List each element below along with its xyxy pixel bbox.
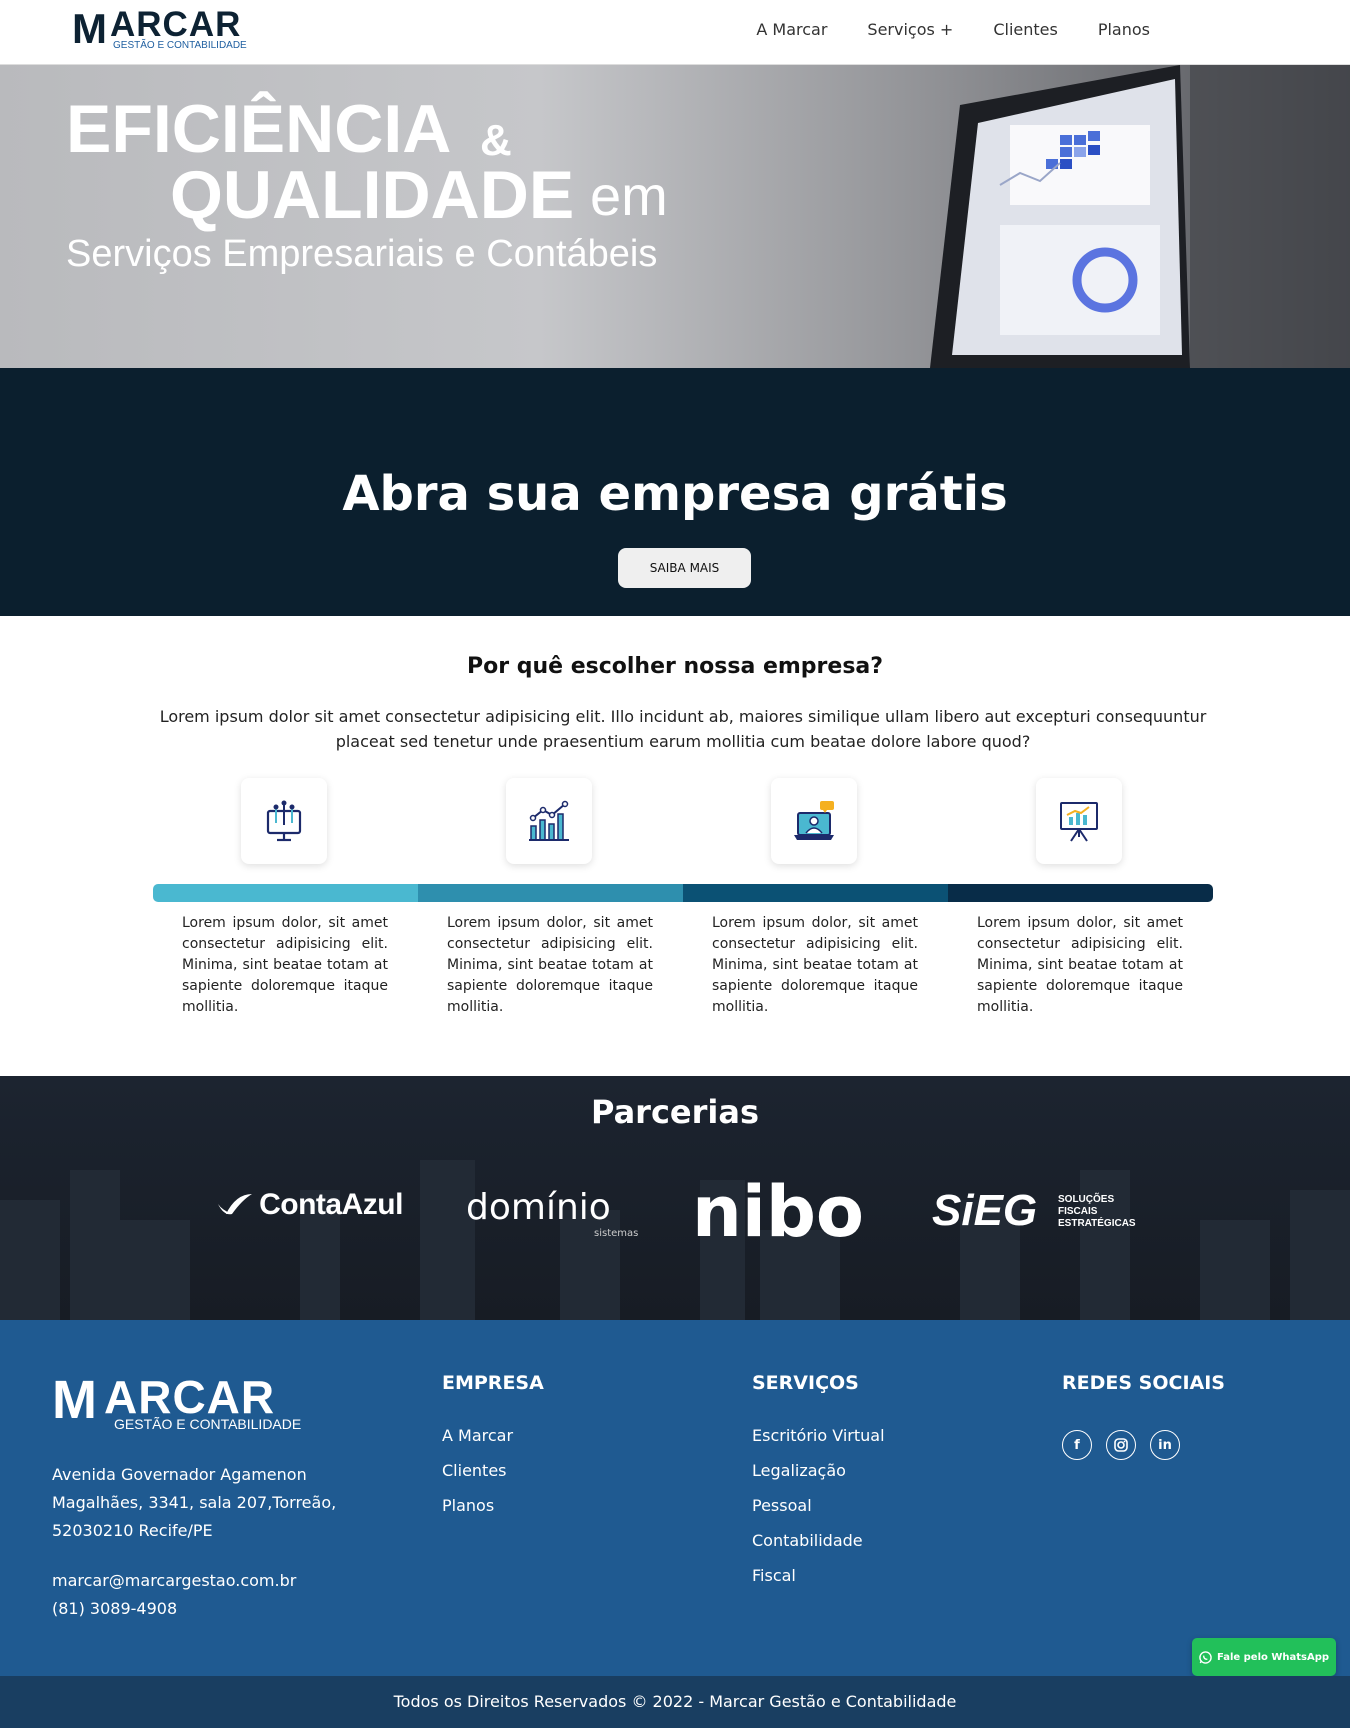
footer-empresa-title: EMPRESA (442, 1372, 544, 1394)
feature-bar-3 (683, 884, 948, 902)
saiba-mais-button[interactable]: SAIBA MAIS (618, 548, 751, 588)
footer: M ARCAR GESTÃO E CONTABILIDADE Avenida G… (0, 1320, 1350, 1676)
bar-chart-icon (506, 778, 592, 864)
feature-bar-1 (153, 884, 418, 902)
footer-link-fiscal[interactable]: Fiscal (752, 1566, 796, 1585)
logo-initial: M (72, 5, 108, 52)
footer-email[interactable]: marcar@marcargestao.com.br (52, 1567, 296, 1595)
footer-contact: marcar@marcargestao.com.br (81) 3089-490… (52, 1567, 296, 1623)
footer-link-contabilidade[interactable]: Contabilidade (752, 1531, 863, 1550)
presentation-board-icon (1036, 778, 1122, 864)
sieg-subtext-2: FISCAIS (1058, 1206, 1098, 1217)
dominio-logo[interactable]: domínio sistemas (466, 1186, 646, 1246)
marcar-logo[interactable]: M ARCAR GESTÃO E CONTABILIDADE (72, 6, 252, 52)
whatsapp-button[interactable]: Fale pelo WhatsApp (1192, 1638, 1336, 1676)
footer-link-clientes[interactable]: Clientes (442, 1461, 507, 1480)
footer-servicos-list: Escritório Virtual Legalização Pessoal C… (752, 1418, 885, 1593)
footer-logo-initial: M (52, 1370, 97, 1430)
cta-section: Abra sua empresa grátis SAIBA MAIS (0, 368, 1350, 616)
logo-word: ARCAR (110, 5, 242, 44)
footer-logo-word: ARCAR (104, 1371, 276, 1423)
monitor-network-icon (241, 778, 327, 864)
contaazul-leaf-icon (218, 1194, 252, 1215)
nav-link-planos[interactable]: Planos (1098, 20, 1150, 39)
nav-link-servicos[interactable]: Serviços + (867, 20, 953, 39)
hero-em: em (590, 164, 668, 227)
sieg-logo[interactable]: SiEG SOLUÇÕES FISCAIS ESTRATÉGICAS (932, 1186, 1136, 1246)
footer-marcar-logo[interactable]: M ARCAR GESTÃO E CONTABILIDADE (52, 1370, 312, 1440)
top-navbar: M ARCAR GESTÃO E CONTABILIDADE A Marcar … (0, 0, 1350, 65)
city-skyline-background (0, 1160, 1350, 1320)
whatsapp-label: Fale pelo WhatsApp (1216, 1651, 1330, 1663)
footer-empresa-list: A Marcar Clientes Planos (442, 1418, 513, 1523)
sieg-subtext-3: ESTRATÉGICAS (1058, 1218, 1136, 1229)
instagram-icon[interactable] (1106, 1430, 1136, 1460)
footer-redes-title: REDES SOCIAIS (1062, 1372, 1225, 1394)
dominio-subtext: sistemas (594, 1228, 639, 1239)
footer-phone[interactable]: (81) 3089-4908 (52, 1595, 296, 1623)
hero-headline-qualidade: QUALIDADE (170, 157, 575, 233)
feature-bar-4 (948, 884, 1213, 902)
feature-text-2: Lorem ipsum dolor, sit amet consectetur … (447, 915, 653, 1015)
nav-menu: A Marcar Serviços + Clientes Planos (756, 20, 1150, 39)
whatsapp-icon (1199, 1650, 1212, 1664)
laptop-dashboard-image (930, 65, 1350, 368)
nibo-logo[interactable]: nibo (692, 1172, 864, 1252)
footer-link-a-marcar[interactable]: A Marcar (442, 1426, 513, 1445)
nav-link-a-marcar[interactable]: A Marcar (756, 20, 827, 39)
sieg-subtext-1: SOLUÇÕES (1058, 1194, 1115, 1205)
contaazul-wordmark: ContaAzul (259, 1188, 403, 1221)
sieg-wordmark: SiEG (932, 1186, 1038, 1235)
feature-text-1: Lorem ipsum dolor, sit amet consectetur … (182, 915, 388, 1015)
hero-banner: EFICIÊNCIA & QUALIDADE em Serviços Empre… (0, 65, 1350, 368)
cta-title: Abra sua empresa grátis (342, 466, 1008, 522)
feature-text-3: Lorem ipsum dolor, sit amet consectetur … (712, 915, 918, 1015)
dominio-wordmark: domínio (466, 1187, 611, 1228)
footer-servicos-title: SERVIÇOS (752, 1372, 859, 1394)
facebook-icon[interactable]: f (1062, 1430, 1092, 1460)
why-description: Lorem ipsum dolor sit amet consectetur a… (159, 707, 1207, 751)
contaazul-logo[interactable]: ContaAzul (216, 1188, 403, 1222)
partners-title: Parcerias (590, 1093, 760, 1131)
feature-bar-2 (418, 884, 683, 902)
footer-logo-subtitle: GESTÃO E CONTABILIDADE (114, 1416, 302, 1432)
footer-link-legalizacao[interactable]: Legalização (752, 1461, 846, 1480)
footer-address: Avenida Governador Agamenon Magalhães, 3… (52, 1465, 337, 1540)
copyright-bar: Todos os Direitos Reservados © 2022 - Ma… (0, 1676, 1350, 1728)
hero-subheadline: Serviços Empresariais e Contábeis (66, 233, 658, 275)
why-title: Por quê escolher nossa empresa? (466, 654, 884, 679)
logo-subtitle: GESTÃO E CONTABILIDADE (113, 40, 247, 51)
partners-section: Parcerias ContaAzul domínio sistemas nib… (0, 1076, 1350, 1320)
feature-text-4: Lorem ipsum dolor, sit amet consectetur … (977, 915, 1183, 1015)
laptop-support-icon (771, 778, 857, 864)
nav-link-clientes[interactable]: Clientes (993, 20, 1058, 39)
footer-link-planos[interactable]: Planos (442, 1496, 494, 1515)
footer-link-pessoal[interactable]: Pessoal (752, 1496, 812, 1515)
linkedin-icon[interactable]: in (1150, 1430, 1180, 1460)
footer-link-escritorio-virtual[interactable]: Escritório Virtual (752, 1426, 885, 1445)
